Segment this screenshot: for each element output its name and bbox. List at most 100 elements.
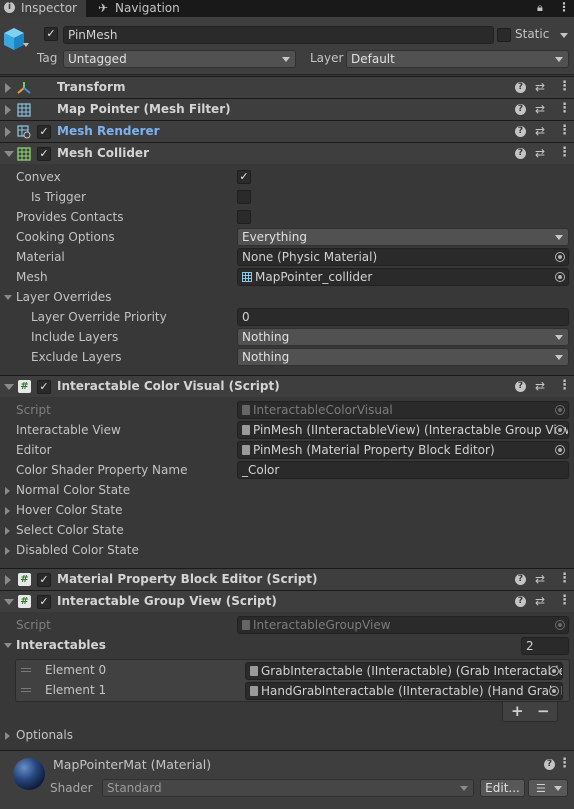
material-options-dropdown[interactable]: ☰ [528, 779, 568, 797]
drag-handle-icon[interactable] [21, 668, 31, 672]
enabled-toggle[interactable]: ✓ [37, 380, 51, 394]
foldout-arrow-icon[interactable] [4, 599, 14, 605]
foldout-arrow-icon[interactable] [4, 643, 12, 648]
include-layers-dropdown[interactable]: Nothing [237, 328, 569, 346]
more-menu-icon[interactable]: ⋮ [558, 594, 571, 607]
script-value: InteractableColorVisual [253, 403, 393, 417]
enabled-toggle[interactable]: ✓ [37, 147, 51, 161]
more-menu-icon[interactable]: ⋮ [558, 102, 571, 115]
script-file-icon [242, 425, 250, 435]
component-header-interactable-color-visual[interactable]: # ✓ Interactable Color Visual (Script) ?… [0, 375, 574, 397]
object-picker-icon[interactable] [549, 666, 559, 676]
drag-handle-icon[interactable] [21, 688, 31, 692]
component-header-transform[interactable]: Transform ? ⇄ ⋮ [0, 76, 574, 98]
preset-sliders-icon[interactable]: ⇄ [535, 125, 545, 137]
optionals-foldout[interactable]: Optionals [16, 728, 73, 742]
color-shader-property-name-field[interactable]: _Color [237, 461, 569, 479]
more-menu-icon[interactable]: ⋮ [558, 379, 571, 392]
select-color-state-foldout[interactable]: Select Color State [16, 523, 124, 537]
layer-overrides-label[interactable]: Layer Overrides [16, 290, 111, 304]
preset-sliders-icon[interactable]: ⇄ [535, 573, 545, 585]
active-toggle[interactable]: ✓ [44, 27, 58, 41]
enabled-toggle[interactable]: ✓ [37, 125, 51, 139]
object-picker-icon[interactable] [555, 272, 565, 282]
lock-icon[interactable]: 🔒︎ [537, 1, 543, 15]
preset-sliders-icon[interactable]: ⇄ [535, 147, 545, 159]
help-icon[interactable]: ? [515, 126, 526, 137]
tag-dropdown[interactable]: Untagged [63, 50, 296, 68]
object-picker-icon[interactable] [555, 252, 565, 262]
component-header-mesh-renderer[interactable]: ✓ Mesh Renderer ? ⇄ ⋮ [0, 120, 574, 142]
edit-shader-button[interactable]: Edit... [480, 779, 525, 797]
more-menu-icon[interactable]: ⋮ [558, 146, 571, 159]
preset-sliders-icon[interactable]: ⇄ [535, 595, 545, 607]
preset-sliders-icon[interactable]: ⇄ [535, 380, 545, 392]
preset-sliders-icon[interactable]: ⇄ [535, 103, 545, 115]
script-label: Script [16, 618, 51, 632]
object-picker-icon[interactable] [555, 445, 565, 455]
more-menu-icon[interactable]: ⋮ [558, 757, 571, 770]
object-name-field[interactable]: PinMesh [63, 26, 494, 44]
more-menu-icon[interactable]: ⋮ [558, 572, 571, 585]
element-1-field[interactable]: HandGrabInteractable (IInteractable) (Ha… [245, 682, 563, 700]
help-icon[interactable]: ? [515, 148, 526, 159]
layer-override-priority-field[interactable]: 0 [237, 308, 569, 326]
help-icon[interactable]: ? [515, 574, 526, 585]
more-menu-icon[interactable]: ⋮ [558, 124, 571, 137]
object-picker-icon[interactable] [555, 425, 565, 435]
component-header-interactable-group-view[interactable]: # ✓ Interactable Group View (Script) ? ⇄… [0, 590, 574, 612]
convex-checkbox[interactable]: ✓ [237, 170, 251, 184]
more-menu-icon[interactable]: ⋮ [558, 0, 570, 14]
foldout-arrow-icon[interactable] [4, 295, 12, 300]
exclude-layers-dropdown[interactable]: Nothing [237, 348, 569, 366]
foldout-arrow-icon[interactable] [4, 151, 14, 157]
editor-field[interactable]: PinMesh (Material Property Block Editor) [237, 441, 569, 459]
cooking-options-dropdown[interactable]: Everything [237, 228, 569, 246]
mesh-field[interactable]: MapPointer_collider [237, 268, 569, 286]
foldout-arrow-icon[interactable] [4, 384, 14, 390]
chevron-down-icon[interactable] [23, 43, 29, 47]
help-icon[interactable]: ? [515, 104, 526, 115]
foldout-arrow-icon[interactable] [5, 547, 10, 555]
component-header-mesh-collider[interactable]: ✓ Mesh Collider ? ⇄ ⋮ [0, 142, 574, 164]
foldout-arrow-icon[interactable] [5, 732, 10, 740]
component-header-mesh-filter[interactable]: Map Pointer (Mesh Filter) ? ⇄ ⋮ [0, 98, 574, 120]
static-toggle[interactable] [497, 28, 511, 42]
enabled-toggle[interactable]: ✓ [37, 573, 51, 587]
foldout-arrow-icon[interactable] [5, 105, 11, 115]
element-0-field[interactable]: GrabInteractable (IInteractable) (Grab I… [245, 662, 563, 680]
help-icon[interactable]: ? [515, 381, 526, 392]
hover-color-state-foldout[interactable]: Hover Color State [16, 503, 123, 517]
is-trigger-checkbox[interactable] [237, 190, 251, 204]
help-icon[interactable]: ? [515, 596, 526, 607]
static-dropdown-icon[interactable] [560, 33, 568, 38]
add-element-button[interactable]: + [511, 702, 524, 720]
disabled-color-state-foldout[interactable]: Disabled Color State [16, 543, 139, 557]
provides-contacts-checkbox[interactable] [237, 210, 251, 224]
foldout-arrow-icon[interactable] [5, 487, 10, 495]
enabled-toggle[interactable]: ✓ [37, 595, 51, 609]
foldout-arrow-icon[interactable] [5, 575, 11, 585]
shader-dropdown[interactable]: Standard [102, 779, 474, 797]
mesh-collider-icon [17, 147, 31, 161]
help-icon[interactable]: ? [515, 82, 526, 93]
foldout-arrow-icon[interactable] [5, 127, 11, 137]
more-menu-icon[interactable]: ⋮ [558, 80, 571, 93]
object-picker-icon[interactable] [549, 686, 559, 696]
script-icon: # [18, 573, 31, 586]
help-icon[interactable]: ? [544, 759, 555, 770]
material-field[interactable]: None (Physic Material) [237, 248, 569, 266]
foldout-arrow-icon[interactable] [5, 507, 10, 515]
foldout-arrow-icon[interactable] [5, 83, 11, 93]
tab-navigation[interactable]: ✈ Navigation [92, 0, 192, 17]
interactable-view-field[interactable]: PinMesh (IInteractableView) (Interactabl… [237, 421, 569, 439]
remove-element-button[interactable]: − [537, 702, 550, 720]
layer-dropdown[interactable]: Default [346, 50, 569, 68]
preset-sliders-icon[interactable]: ⇄ [535, 81, 545, 93]
component-header-material-property-block-editor[interactable]: # ✓ Material Property Block Editor (Scri… [0, 568, 574, 590]
normal-color-state-foldout[interactable]: Normal Color State [16, 483, 130, 497]
interactables-size-field[interactable]: 2 [521, 637, 569, 655]
interactables-label[interactable]: Interactables [16, 638, 106, 652]
foldout-arrow-icon[interactable] [5, 527, 10, 535]
tab-inspector[interactable]: i Inspector [0, 0, 86, 17]
